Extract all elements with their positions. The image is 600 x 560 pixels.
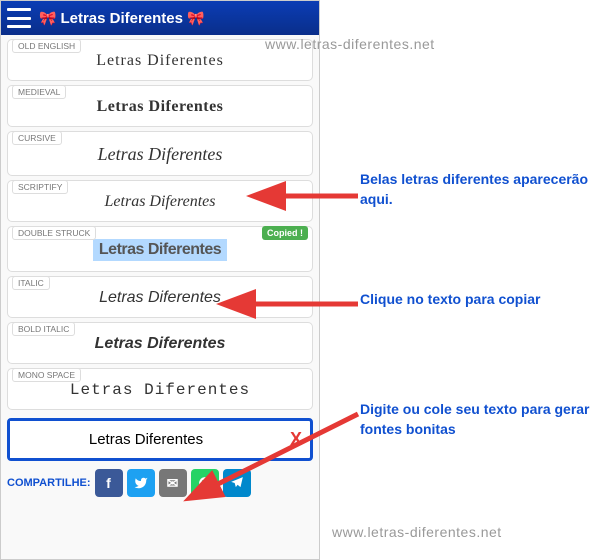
font-tag: ITALIC [12, 276, 50, 290]
menu-icon[interactable] [7, 8, 31, 28]
font-tag: SCRIPTIFY [12, 180, 68, 194]
arrow-3 [200, 408, 360, 498]
font-item-medieval[interactable]: MEDIEVALLetras Diferentes [7, 85, 313, 127]
twitter-icon[interactable] [127, 469, 155, 497]
font-preview-text: Letras Diferentes [12, 144, 308, 165]
font-tag: MONO SPACE [12, 368, 81, 382]
font-tag: DOUBLE STRUCK [12, 226, 96, 240]
font-preview-text: Letras Diferentes [12, 193, 308, 211]
arrow-1 [268, 186, 358, 206]
font-item-double-struck[interactable]: DOUBLE STRUCK Copied ! Letras Diferentes [7, 226, 313, 272]
email-icon[interactable]: ✉ [159, 469, 187, 497]
arrow-2 [238, 294, 358, 314]
annotations: Belas letras diferentes aparecerão aqui.… [330, 0, 600, 560]
share-label: COMPARTILHE: [7, 477, 91, 489]
font-item-old-english[interactable]: OLD ENGLISHLetras Diferentes [7, 39, 313, 81]
font-tag: BOLD ITALIC [12, 322, 75, 336]
font-tag: MEDIEVAL [12, 85, 66, 99]
font-preview-text: Letras Diferentes [12, 335, 308, 353]
font-preview-text: Letras Diferentes [12, 98, 308, 116]
app-title: 🎀 Letras Diferentes 🎀 [39, 10, 204, 27]
header: 🎀 Letras Diferentes 🎀 [1, 1, 319, 35]
annotation-input: Digite ou cole seu texto para gerar font… [360, 400, 600, 439]
font-list[interactable]: OLD ENGLISHLetras DiferentesMEDIEVALLetr… [1, 35, 319, 414]
copied-badge: Copied ! [262, 226, 308, 240]
font-preview-text: Letras Diferentes [93, 239, 227, 261]
title-text: Letras Diferentes [60, 10, 183, 27]
font-item-cursive[interactable]: CURSIVELetras Diferentes [7, 131, 313, 176]
watermark: www.letras-diferentes.net [332, 524, 502, 540]
bow-icon: 🎀 [39, 10, 56, 27]
font-item-bold-italic[interactable]: BOLD ITALICLetras Diferentes [7, 322, 313, 364]
font-preview-text: Letras Diferentes [12, 52, 308, 70]
font-item-mono-space[interactable]: MONO SPACELetras Diferentes [7, 368, 313, 410]
facebook-icon[interactable]: f [95, 469, 123, 497]
font-preview-text: Letras Diferentes [12, 381, 308, 399]
font-tag: OLD ENGLISH [12, 39, 81, 53]
bow-icon: 🎀 [187, 10, 204, 27]
annotation-copy: Clique no texto para copiar [360, 290, 540, 310]
font-tag: CURSIVE [12, 131, 62, 145]
annotation-preview: Belas letras diferentes aparecerão aqui. [360, 170, 600, 209]
